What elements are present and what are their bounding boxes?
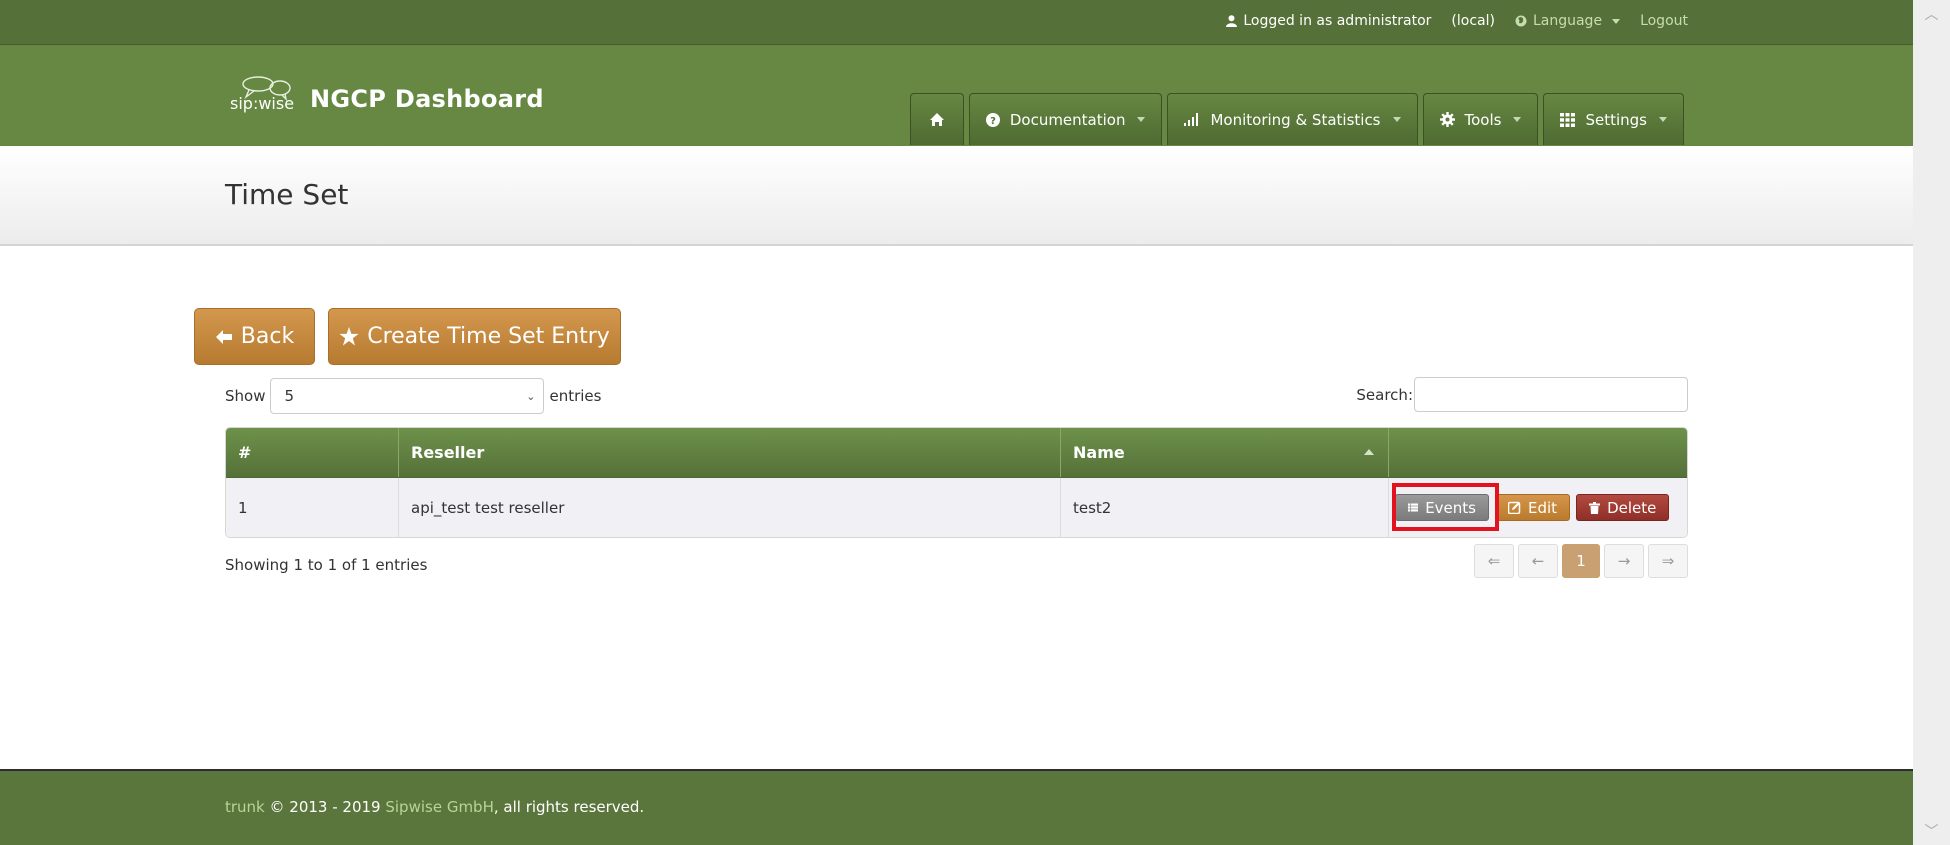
caret-down-icon xyxy=(1612,18,1621,24)
grid-icon xyxy=(1560,112,1576,127)
nav-documentation[interactable]: ? Documentation xyxy=(968,93,1163,145)
column-header-label: Reseller xyxy=(411,443,485,462)
logged-in-status: Logged in as administrator xyxy=(1226,13,1431,29)
svg-text:?: ? xyxy=(990,116,996,127)
pagination-previous[interactable]: ← xyxy=(1518,544,1558,578)
pagination-last[interactable]: ⇒ xyxy=(1648,544,1688,578)
page-header: Time Set xyxy=(0,146,1913,246)
table-header: # Reseller Name xyxy=(226,428,1687,478)
version-link[interactable]: trunk xyxy=(225,798,265,816)
cell-name: test2 xyxy=(1061,478,1389,537)
gear-icon xyxy=(1439,112,1455,127)
user-menu: Logged in as administrator (local) Langu… xyxy=(1206,13,1688,29)
vertical-scrollbar[interactable]: ︿ ﹀ xyxy=(1913,0,1950,845)
language-dropdown[interactable]: Language xyxy=(1515,13,1621,29)
list-icon xyxy=(1408,503,1419,512)
sipwise-logo: sip:wise xyxy=(228,75,304,115)
page: Logged in as administrator (local) Langu… xyxy=(0,0,1913,845)
pagination-page-current[interactable]: 1 xyxy=(1562,544,1600,578)
rights-text: , all rights reserved. xyxy=(493,798,645,816)
brand[interactable]: sip:wise NGCP Dashboard xyxy=(228,75,544,115)
page-size-value: 5 xyxy=(284,387,295,405)
company-link[interactable]: Sipwise GmbH xyxy=(385,798,494,816)
nav-tools[interactable]: Tools xyxy=(1422,93,1539,145)
arrow-left-icon xyxy=(215,329,232,344)
language-label: Language xyxy=(1532,13,1603,29)
back-button[interactable]: Back xyxy=(194,308,315,365)
delete-label: Delete xyxy=(1607,498,1657,517)
search-control: Search: xyxy=(1356,377,1688,412)
logout-link[interactable]: Logout xyxy=(1640,13,1688,29)
star-icon xyxy=(339,327,359,346)
nav-monitoring-label: Monitoring & Statistics xyxy=(1210,110,1381,129)
nav-menu: ? Documentation Monitoring & Statistics … xyxy=(909,93,1684,145)
nav-tools-label: Tools xyxy=(1464,110,1502,129)
pagination-next[interactable]: → xyxy=(1604,544,1644,578)
back-label: Back xyxy=(240,324,295,349)
trash-icon xyxy=(1589,501,1601,514)
edit-icon xyxy=(1508,501,1521,514)
cell-reseller: api_test test reseller xyxy=(399,478,1061,537)
chevron-down-icon: ⌄ xyxy=(526,389,536,403)
realm-label: (local) xyxy=(1451,13,1495,29)
logo-text: sip:wise xyxy=(230,94,295,113)
copyright-text: © 2013 - 2019 xyxy=(264,798,386,816)
time-set-table: # Reseller Name 1 api_test test reseller… xyxy=(225,427,1688,538)
footer: trunk © 2013 - 2019 Sipwise GmbH, all ri… xyxy=(0,769,1913,845)
column-header-name[interactable]: Name xyxy=(1061,428,1389,477)
caret-down-icon xyxy=(1659,117,1667,122)
events-button[interactable]: Events xyxy=(1395,494,1489,521)
search-label: Search: xyxy=(1356,385,1413,404)
top-bar: Logged in as administrator (local) Langu… xyxy=(0,0,1913,45)
home-icon xyxy=(929,113,944,126)
table-info: Showing 1 to 1 of 1 entries xyxy=(225,556,428,574)
column-header-id[interactable]: # xyxy=(226,428,399,477)
delete-button[interactable]: Delete xyxy=(1576,494,1670,521)
caret-down-icon xyxy=(1392,117,1401,122)
signal-bars-icon xyxy=(1184,113,1199,126)
nav-home[interactable] xyxy=(909,93,964,145)
column-header-label: # xyxy=(238,443,252,462)
nav-documentation-label: Documentation xyxy=(1009,110,1126,129)
create-time-set-entry-button[interactable]: Create Time Set Entry xyxy=(328,308,621,365)
table-row: 1 api_test test reseller test2 Events Ed… xyxy=(226,478,1687,537)
page-size-control: Show 5 ⌄ entries xyxy=(225,378,601,414)
entries-label: entries xyxy=(549,387,602,405)
column-header-actions xyxy=(1389,428,1687,477)
cell-id: 1 xyxy=(226,478,399,537)
main-navbar: sip:wise NGCP Dashboard ? Documentation … xyxy=(0,45,1913,146)
nav-monitoring[interactable]: Monitoring & Statistics xyxy=(1167,93,1418,145)
question-circle-icon: ? xyxy=(985,112,1000,127)
scroll-up-icon[interactable]: ︿ xyxy=(1913,4,1950,24)
footer-text: trunk © 2013 - 2019 Sipwise GmbH, all ri… xyxy=(225,798,644,816)
pagination: ⇐ ← 1 → ⇒ xyxy=(1474,544,1688,578)
caret-down-icon xyxy=(1513,117,1522,122)
edit-button[interactable]: Edit xyxy=(1495,494,1571,521)
cell-actions: Events Edit Delete xyxy=(1389,478,1687,537)
nav-settings-label: Settings xyxy=(1585,110,1647,129)
create-label: Create Time Set Entry xyxy=(367,324,610,349)
globe-icon xyxy=(1515,15,1527,27)
logged-in-text: Logged in as administrator xyxy=(1243,13,1432,29)
search-input[interactable] xyxy=(1414,377,1688,412)
sort-ascending-icon xyxy=(1364,449,1374,455)
page-title: Time Set xyxy=(225,178,349,211)
column-header-label: Name xyxy=(1073,443,1125,462)
app-title: NGCP Dashboard xyxy=(310,85,544,113)
show-label: Show xyxy=(225,387,266,405)
caret-down-icon xyxy=(1137,117,1146,122)
user-icon xyxy=(1226,15,1238,27)
edit-label: Edit xyxy=(1528,498,1558,517)
scroll-down-icon[interactable]: ﹀ xyxy=(1913,821,1950,841)
nav-settings[interactable]: Settings xyxy=(1543,93,1684,145)
column-header-reseller[interactable]: Reseller xyxy=(399,428,1061,477)
pagination-first[interactable]: ⇐ xyxy=(1474,544,1514,578)
events-label: Events xyxy=(1425,498,1476,517)
page-size-select[interactable]: 5 ⌄ xyxy=(270,378,545,414)
